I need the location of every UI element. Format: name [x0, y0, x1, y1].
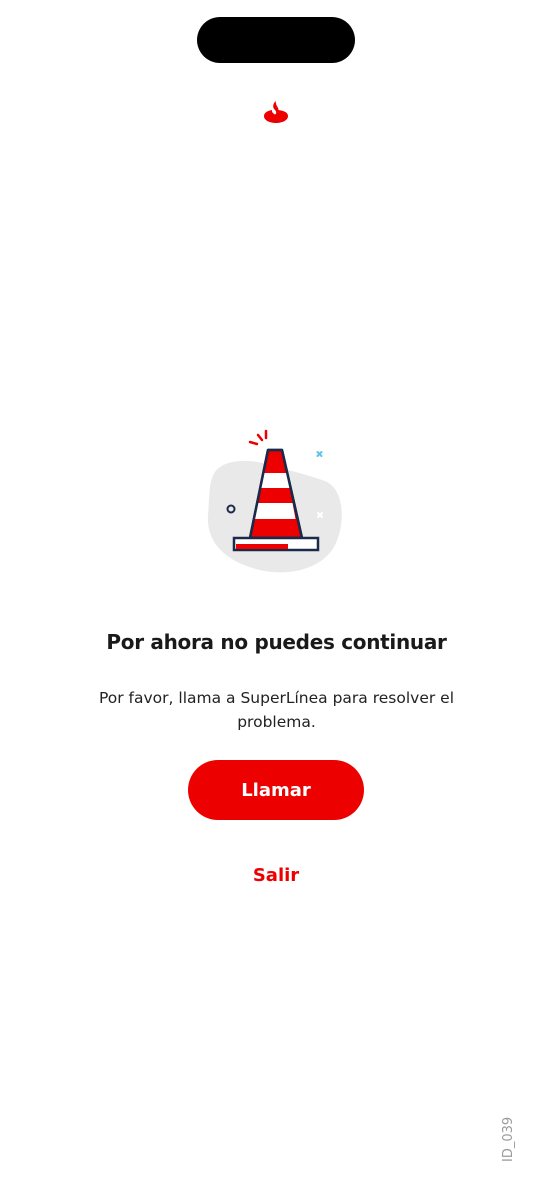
- page-title: Por ahora no puedes continuar: [106, 630, 447, 654]
- call-button[interactable]: Llamar: [188, 760, 364, 820]
- screen-id-label: ID_039: [501, 1116, 516, 1162]
- dynamic-island: [197, 17, 355, 63]
- error-message: Por favor, llama a SuperLínea para resol…: [98, 689, 455, 731]
- traffic-cone-icon: [200, 425, 350, 580]
- exit-link[interactable]: Salir: [226, 860, 326, 892]
- santander-flame-icon: [262, 99, 290, 125]
